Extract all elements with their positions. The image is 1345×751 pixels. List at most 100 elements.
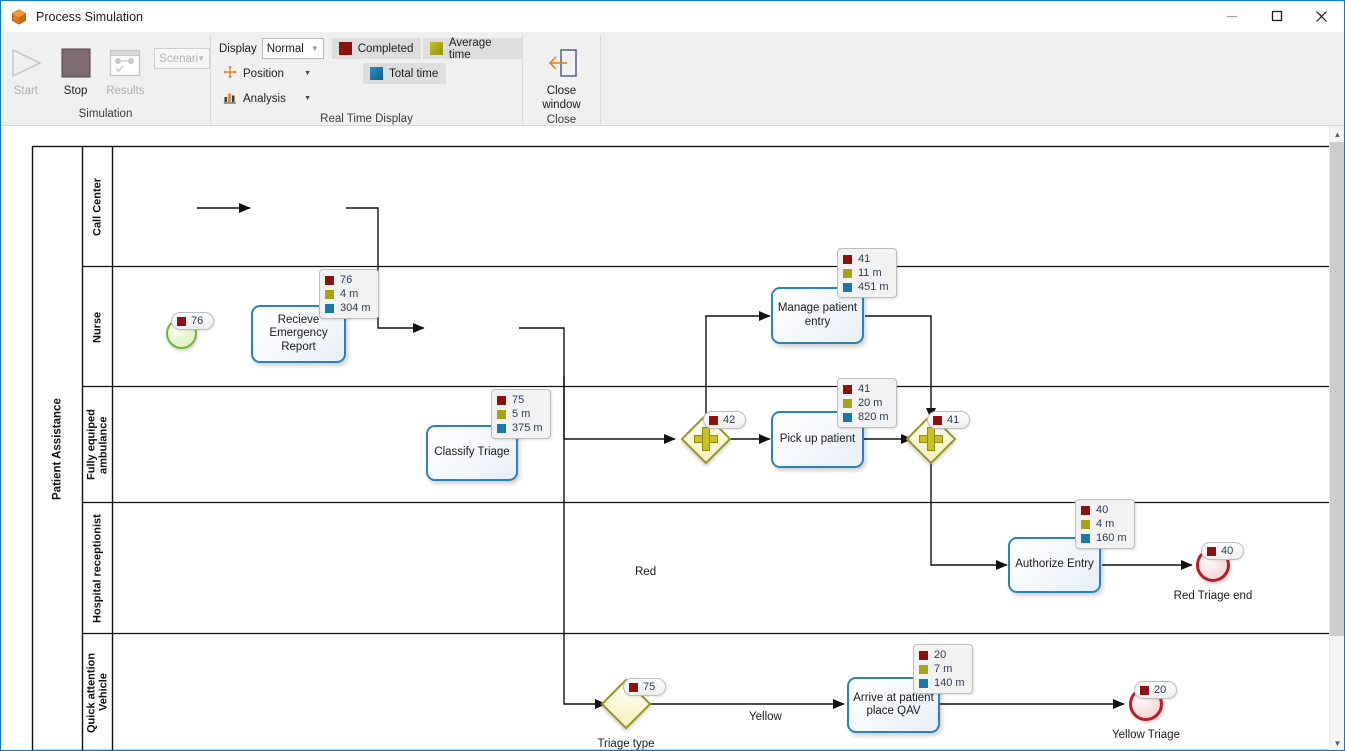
badge-end-event-red-triage: 40 bbox=[1201, 542, 1245, 560]
bpmn-diagram: Patient Assistance Call Center Nurse Ful… bbox=[1, 126, 1331, 750]
average-time-color-swatch bbox=[843, 398, 852, 408]
completed-color-swatch bbox=[843, 384, 852, 394]
start-button-label: Start bbox=[13, 85, 39, 97]
results-icon bbox=[108, 42, 142, 84]
display-mode-select[interactable]: Normal ▼ bbox=[261, 38, 324, 59]
badge-pick-up-patient: 41 20 m 820 m bbox=[837, 378, 897, 428]
total-time-color-swatch bbox=[843, 282, 852, 292]
badge-value-completed: 41 bbox=[858, 253, 871, 265]
ribbon-toolbar: Start Stop Results Scenari ▼ Simulation … bbox=[1, 32, 1344, 126]
badge-row-completed: 20 bbox=[919, 648, 965, 662]
average-time-color-swatch bbox=[919, 664, 928, 674]
badge-value-average-time: 4 m bbox=[340, 288, 359, 300]
results-button[interactable]: Results bbox=[101, 36, 151, 97]
ribbon-group-simulation: Start Stop Results Scenari ▼ Simulation bbox=[1, 32, 210, 125]
scenario-select[interactable]: Scenari ▼ bbox=[154, 48, 210, 69]
scenario-select-value: Scenari bbox=[159, 52, 199, 65]
task-label: Pick up patient bbox=[779, 432, 856, 445]
badge-row-completed: 75 bbox=[497, 393, 543, 407]
chevron-down-icon: ▼ bbox=[304, 70, 311, 77]
vertical-scrollbar[interactable]: ▲ ▼ bbox=[1329, 126, 1344, 750]
lane-label-call-center: Call Center bbox=[91, 177, 104, 237]
completed-color-swatch bbox=[919, 650, 928, 660]
badge-row-completed: 41 bbox=[843, 382, 889, 396]
window-title: Process Simulation bbox=[36, 9, 143, 24]
end-event-yellow-triage-label: Yellow Triage bbox=[1112, 729, 1180, 741]
badge-value-total-time: 160 m bbox=[1096, 532, 1127, 544]
completed-color-swatch bbox=[1081, 505, 1090, 515]
toggle-completed-label: Completed bbox=[357, 42, 414, 55]
badge-value-total-time: 451 m bbox=[858, 281, 889, 293]
badge-value-total-time: 140 m bbox=[934, 677, 965, 689]
badge-value-total-time: 820 m bbox=[858, 411, 889, 423]
badge-start-event: 76 bbox=[171, 312, 215, 330]
analysis-button[interactable]: Analysis ▼ bbox=[219, 87, 317, 111]
badge-value: 41 bbox=[947, 414, 960, 426]
exclusive-gateway-triage-type-label: Triage type bbox=[597, 738, 655, 750]
ribbon-group-real-time-display: Display Normal ▼ Completed Average time bbox=[211, 32, 522, 125]
task-label: Manage patient entry bbox=[777, 302, 858, 328]
total-time-color-swatch bbox=[325, 303, 334, 313]
process-simulation-window: Process Simulation Start Stop Results Sc… bbox=[0, 0, 1345, 751]
badge-row-average-time: 4 m bbox=[1081, 517, 1127, 531]
average-time-color-swatch bbox=[1081, 519, 1090, 529]
badge-row-total-time: 140 m bbox=[919, 676, 965, 690]
badge-row-average-time: 5 m bbox=[497, 407, 543, 421]
badge-row-total-time: 304 m bbox=[325, 301, 371, 315]
scroll-down-button[interactable]: ▼ bbox=[1330, 735, 1344, 750]
maximize-button[interactable] bbox=[1254, 1, 1299, 31]
badge-row-total-time: 375 m bbox=[497, 421, 543, 435]
start-button[interactable]: Start bbox=[1, 36, 51, 97]
stop-button[interactable]: Stop bbox=[51, 36, 101, 97]
position-button[interactable]: Position ▼ bbox=[219, 62, 317, 86]
badge-value-completed: 76 bbox=[340, 274, 353, 286]
badge-row-completed: 76 bbox=[325, 273, 371, 287]
diagram-canvas-area[interactable]: Patient Assistance Call Center Nurse Ful… bbox=[1, 126, 1344, 750]
chevron-down-icon: ▼ bbox=[304, 95, 311, 102]
badge-value-average-time: 20 m bbox=[858, 397, 883, 409]
badge-value-completed: 40 bbox=[1096, 504, 1109, 516]
completed-color-swatch bbox=[325, 275, 334, 285]
completed-color-swatch bbox=[933, 415, 942, 425]
badge-value-completed: 41 bbox=[858, 383, 871, 395]
badge-value-total-time: 375 m bbox=[512, 422, 543, 434]
badge-arrive-at-patient-place-qav: 20 7 m 140 m bbox=[913, 644, 973, 694]
badge-row-average-time: 4 m bbox=[325, 287, 371, 301]
badge-end-event-yellow-triage: 20 bbox=[1134, 681, 1178, 699]
toggle-average-time[interactable]: Average time bbox=[423, 37, 522, 61]
total-time-color-swatch bbox=[497, 423, 506, 433]
badge-value: 76 bbox=[191, 315, 204, 327]
total-time-color-swatch bbox=[919, 678, 928, 688]
close-window-button[interactable]: Close window bbox=[523, 36, 600, 112]
chevron-down-icon: ▼ bbox=[197, 54, 205, 63]
toggle-completed[interactable]: Completed bbox=[331, 38, 422, 59]
total-time-color-swatch bbox=[1081, 533, 1090, 543]
move-icon bbox=[223, 65, 237, 82]
close-window-label-1: Close bbox=[546, 85, 577, 97]
badge-value: 40 bbox=[1221, 545, 1234, 557]
badge-value: 75 bbox=[643, 681, 656, 693]
diagram-frame-and-connectors bbox=[31, 145, 1331, 750]
badge-parallel-gateway-join: 41 bbox=[927, 411, 971, 429]
toggle-total-time-label: Total time bbox=[389, 67, 439, 80]
badge-value-total-time: 304 m bbox=[340, 302, 371, 314]
display-label: Display bbox=[219, 42, 257, 55]
flow-label-red: Red bbox=[635, 566, 657, 578]
display-mode-value: Normal bbox=[266, 42, 304, 55]
close-button[interactable] bbox=[1299, 1, 1344, 31]
analysis-button-label: Analysis bbox=[243, 92, 286, 105]
stop-icon bbox=[60, 42, 92, 84]
badge-row-average-time: 20 m bbox=[843, 396, 889, 410]
total-time-color-swatch bbox=[843, 412, 852, 422]
scroll-up-button[interactable]: ▲ bbox=[1330, 126, 1344, 142]
badge-value: 20 bbox=[1154, 684, 1167, 696]
completed-color-swatch bbox=[338, 42, 352, 55]
end-event-red-triage-label: Red Triage end bbox=[1173, 590, 1253, 602]
minimize-button[interactable] bbox=[1209, 1, 1254, 31]
exit-arrow-icon bbox=[545, 42, 579, 84]
toggle-total-time[interactable]: Total time bbox=[363, 63, 447, 84]
stop-button-label: Stop bbox=[63, 85, 88, 97]
window-controls bbox=[1209, 1, 1344, 31]
scrollbar-thumb[interactable] bbox=[1330, 142, 1344, 636]
chevron-down-icon: ▼ bbox=[310, 44, 319, 53]
